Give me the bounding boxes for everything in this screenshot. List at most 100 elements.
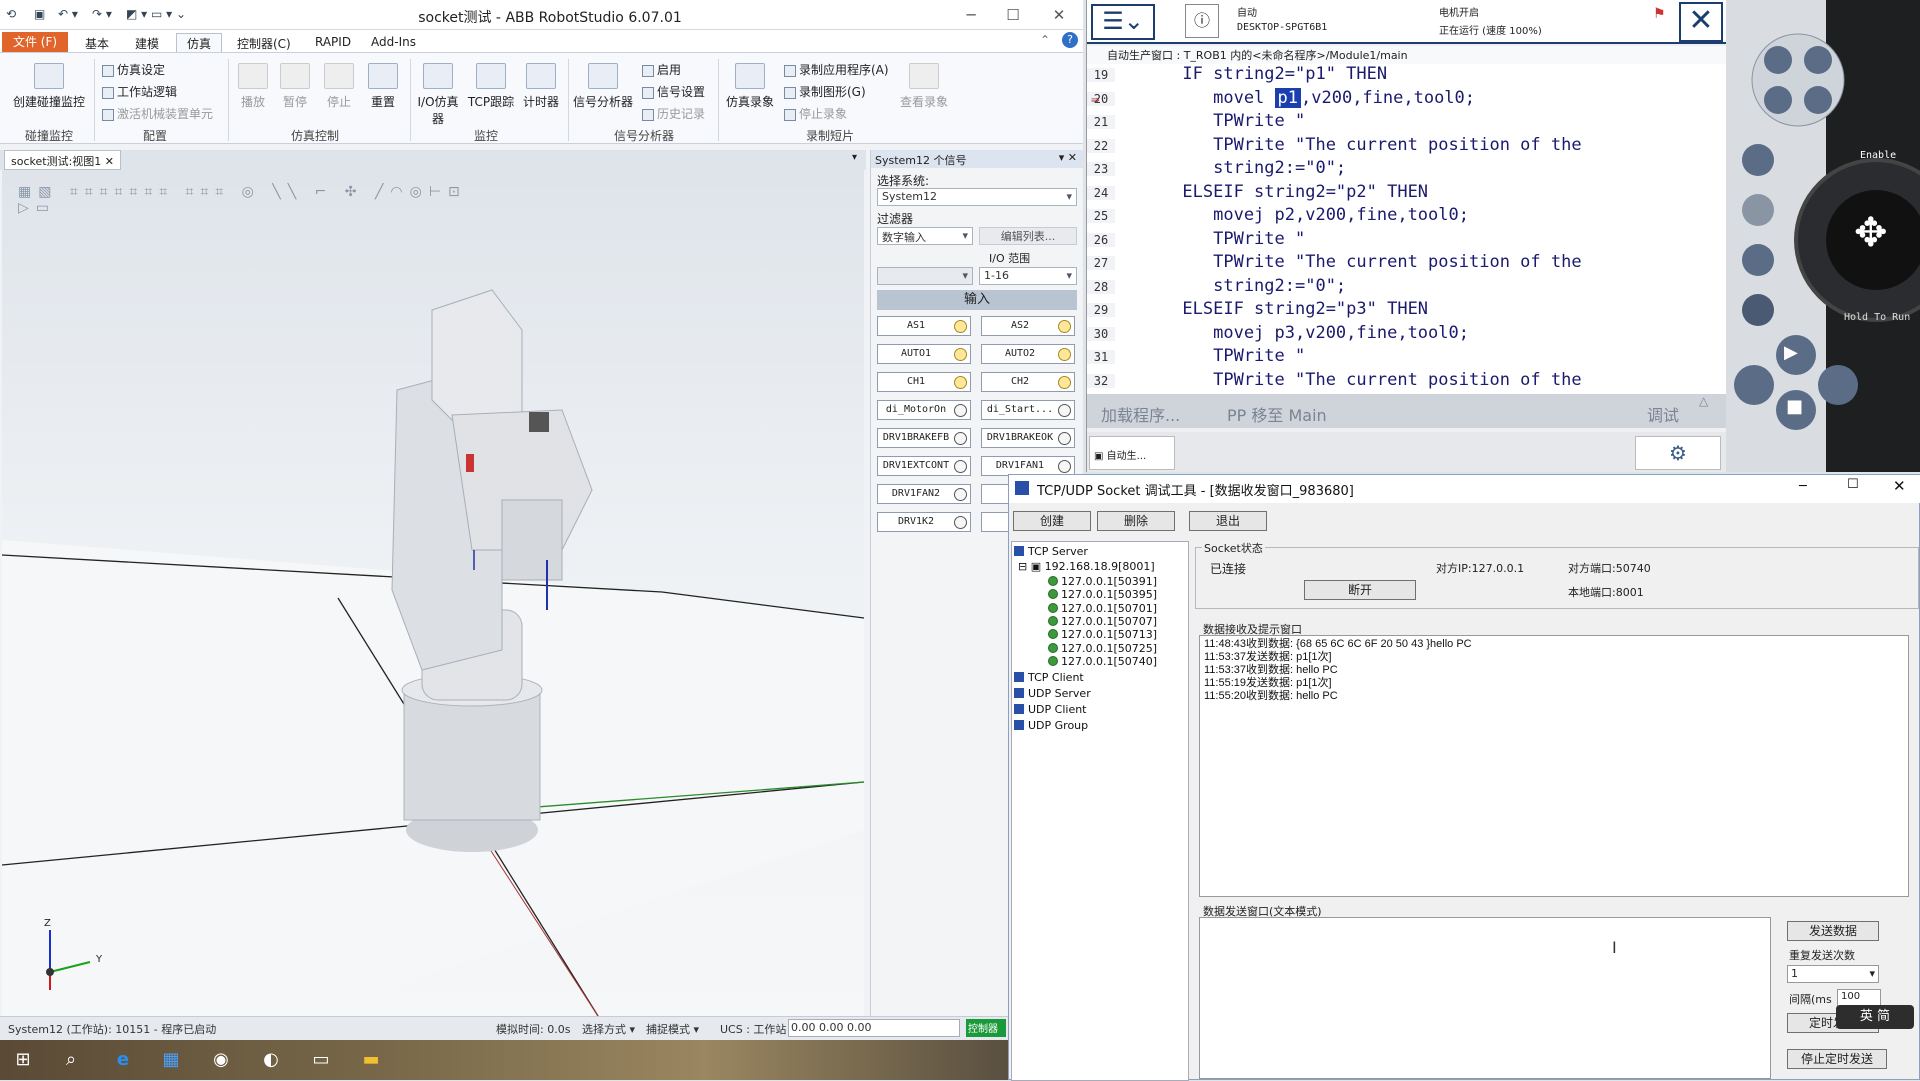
quickset-icon[interactable]: ⚙ xyxy=(1635,436,1721,470)
signal-button[interactable]: di_Start... xyxy=(981,400,1075,420)
code-line[interactable]: string2:="0"; xyxy=(1121,276,1346,296)
io-device-select[interactable] xyxy=(877,267,973,285)
create-collision-monitor-button[interactable]: 创建碰撞监控 xyxy=(8,63,90,110)
sim-record-button[interactable]: 仿真录象 xyxy=(722,63,778,110)
3d-viewport[interactable]: Z Y xyxy=(2,170,864,1016)
tab-modeling[interactable]: 建模 xyxy=(124,33,170,52)
minimize-button[interactable]: ─ xyxy=(954,4,988,26)
record-app-button[interactable]: 录制应用程序(A) xyxy=(784,61,889,79)
tree-tcp-server[interactable]: TCP Server xyxy=(1014,544,1088,559)
code-line[interactable]: ELSEIF string2="p2" THEN xyxy=(1121,182,1428,202)
filter-select[interactable]: 数字输入 xyxy=(877,227,973,245)
code-line[interactable]: string2:="0"; xyxy=(1121,158,1346,178)
play-button[interactable]: 播放 xyxy=(236,63,270,110)
stop-timer-button[interactable]: 停止定时发送 xyxy=(1787,1049,1887,1069)
start-icon[interactable]: ▶ xyxy=(1784,342,1798,363)
signal-button[interactable]: DRV1BRAKEFB xyxy=(877,428,971,448)
collapse-ribbon-icon[interactable]: ⌃ xyxy=(1040,33,1050,47)
signal-button[interactable]: CH2 xyxy=(981,372,1075,392)
repeat-count-select[interactable]: 1 ▾ xyxy=(1787,965,1879,983)
ime-indicator[interactable]: 英 简 xyxy=(1836,1005,1914,1029)
debug-button[interactable]: 调试 xyxy=(1647,402,1679,426)
tab-addins[interactable]: Add-Ins xyxy=(360,33,427,52)
signal-button[interactable]: AUTO1 xyxy=(877,344,971,364)
io-simulator-button[interactable]: I/O仿真器 xyxy=(414,63,462,127)
code-line[interactable]: TPWrite " xyxy=(1121,346,1305,366)
signal-button[interactable]: AS1 xyxy=(877,316,971,336)
disconnect-button[interactable]: 断开 xyxy=(1304,580,1416,600)
robotstudio-taskbar-icon[interactable]: ◐ xyxy=(256,1046,286,1074)
station-logic-button[interactable]: 工作站逻辑 xyxy=(102,83,177,101)
search-icon[interactable]: ⌕ xyxy=(56,1046,86,1074)
enable-toggle[interactable]: 启用 xyxy=(642,61,681,79)
close-icon[interactable]: ✕ xyxy=(1679,2,1723,42)
folder-icon[interactable]: ▬ xyxy=(356,1046,386,1074)
tree-client-connection[interactable]: 127.0.0.1[50740] xyxy=(1048,654,1157,669)
signal-button[interactable]: DRV1FAN2 xyxy=(877,484,971,504)
code-line[interactable]: TPWrite " xyxy=(1121,229,1305,249)
tree-udp-group[interactable]: UDP Group xyxy=(1014,718,1088,733)
delete-button[interactable]: 删除 xyxy=(1097,511,1175,531)
tree-listener[interactable]: ⊟ ▣ 192.168.18.9[8001] xyxy=(1018,559,1155,574)
save-icon[interactable]: ▣ xyxy=(34,7,45,21)
signal-setup-button[interactable]: 信号设置 xyxy=(642,83,705,101)
tab-simulation[interactable]: 仿真 xyxy=(176,33,223,52)
abb-menu-button[interactable]: ☰⌄ xyxy=(1091,4,1155,40)
store-icon[interactable]: ▦ xyxy=(156,1046,186,1074)
task-tab-auto[interactable]: ▣ 自动生... xyxy=(1089,436,1175,470)
io-range-select[interactable]: 1-16 xyxy=(979,267,1077,285)
maximize-button[interactable]: ☐ xyxy=(1847,477,1859,492)
signal-button[interactable]: di_MotorOn xyxy=(877,400,971,420)
tab-basic[interactable]: 基本 xyxy=(74,33,120,52)
send-textarea[interactable]: I xyxy=(1199,917,1771,1079)
signal-button[interactable]: DRV1FAN1 xyxy=(981,456,1075,476)
select-mode-dropdown[interactable]: 选择方式 ▾ xyxy=(582,1021,635,1037)
code-line[interactable]: movel p1 ,v200,fine,tool0; xyxy=(1121,87,1475,108)
code-line[interactable]: TPWrite "The current position of the xyxy=(1121,252,1581,272)
tab-menu-icon[interactable]: ▾ xyxy=(852,152,857,163)
expand-icon[interactable]: △ xyxy=(1699,394,1708,408)
file-menu-button[interactable]: 文件 (F) xyxy=(2,32,68,52)
code-line[interactable]: movej p2,v200,fine,tool0; xyxy=(1121,205,1469,225)
close-button[interactable]: ✕ xyxy=(1893,477,1906,495)
snap-mode-dropdown[interactable]: 捕捉模式 ▾ xyxy=(646,1021,699,1037)
maximize-button[interactable]: ☐ xyxy=(996,4,1030,26)
viewport-toolbar[interactable]: ▦▧ ⌗⌗⌗⌗⌗⌗⌗ ⌗⌗⌗ ◎ ╲╲ ⌐ ✣ ╱◠◎⊢⊡ ▷▭ xyxy=(18,184,467,216)
exit-button[interactable]: 退出 xyxy=(1189,511,1267,531)
signal-button[interactable]: AS2 xyxy=(981,316,1075,336)
create-button[interactable]: 创建 xyxy=(1013,511,1091,531)
undo-icon[interactable]: ↶ ▾ xyxy=(58,7,78,21)
panel-close-icon[interactable]: ▾ ✕ xyxy=(1059,151,1077,164)
signal-button[interactable]: AUTO2 xyxy=(981,344,1075,364)
signal-button[interactable]: DRV1BRAKEOK xyxy=(981,428,1075,448)
app-icon[interactable]: ◉ xyxy=(206,1046,236,1074)
signal-button[interactable]: DRV1K2 xyxy=(877,512,971,532)
send-data-button[interactable]: 发送数据 xyxy=(1787,921,1879,941)
joystick-icon[interactable]: ✥ xyxy=(1854,210,1888,256)
status-icon[interactable]: ⓘ xyxy=(1185,4,1219,38)
quick-access-icon[interactable]: ◩ ▾ ▭ ▾ ⌄ xyxy=(126,7,186,21)
tree-tcp-client[interactable]: TCP Client xyxy=(1014,670,1084,685)
reset-button[interactable]: 重置 xyxy=(366,63,400,110)
tree-udp-client[interactable]: UDP Client xyxy=(1014,702,1087,717)
pendant-taskbar-icon[interactable]: ▭ xyxy=(306,1046,336,1074)
pp-to-main-button[interactable]: PP 移至 Main xyxy=(1227,402,1327,426)
stop-button[interactable]: 停止 xyxy=(322,63,356,110)
timer-button[interactable]: 计时器 xyxy=(518,63,564,110)
code-line[interactable]: ELSEIF string2="p3" THEN xyxy=(1121,299,1428,319)
code-line[interactable]: movej p3,v200,fine,tool0; xyxy=(1121,323,1469,343)
code-line[interactable]: IF string2="p1" THEN xyxy=(1121,64,1387,84)
sim-setup-button[interactable]: 仿真设定 xyxy=(102,61,165,79)
viewport-tab[interactable]: socket测试:视图1 ✕ xyxy=(4,150,121,170)
tcp-trace-button[interactable]: TCP跟踪 xyxy=(466,63,516,110)
recv-log[interactable]: 11:48:43收到数据: {68 65 6C 6C 6F 20 50 43 }… xyxy=(1199,635,1909,897)
minimize-button[interactable]: ─ xyxy=(1799,479,1807,494)
signal-button[interactable]: CH1 xyxy=(877,372,971,392)
tree-udp-server[interactable]: UDP Server xyxy=(1014,686,1091,701)
load-program-button[interactable]: 加载程序... xyxy=(1101,402,1180,426)
code-line[interactable]: TPWrite "The current position of the xyxy=(1121,135,1581,155)
pause-button[interactable]: 暂停 xyxy=(278,63,312,110)
code-line[interactable]: TPWrite "The current position of the xyxy=(1121,370,1581,390)
code-line[interactable]: TPWrite " xyxy=(1121,111,1305,131)
rapid-code-editor[interactable]: 19 IF string2="p1" THEN 20 movel p1 ,v200,… xyxy=(1087,64,1727,394)
